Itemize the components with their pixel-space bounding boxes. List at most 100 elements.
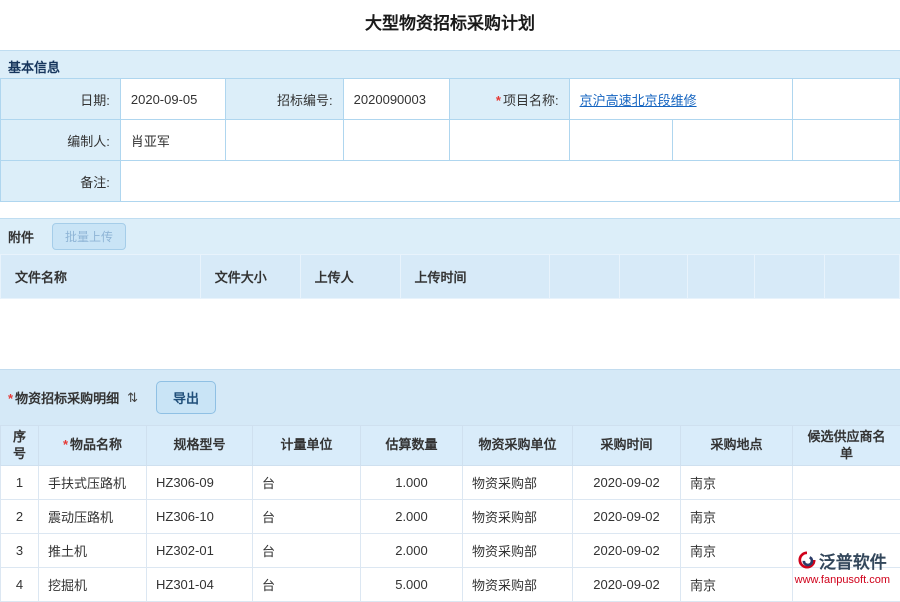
cell-seq: 4 [1,568,39,602]
empty-cell [793,79,900,120]
cell-estimated-qty: 2.000 [361,500,463,534]
required-asterisk: * [496,93,501,108]
col-procurement-dept: 物资采购单位 [463,426,573,466]
cell-item-name: 推土机 [39,534,147,568]
cell-procurement-place: 南京 [681,466,793,500]
batch-upload-button[interactable]: 批量上传 [52,223,126,250]
date-label: 日期: [1,79,121,120]
basic-info-section-header: 基本信息 [0,50,900,78]
cell-procurement-dept: 物资采购部 [463,568,573,602]
brand-url: www.fanpusoft.com [795,574,890,588]
form-row-3: 备注: [1,161,900,202]
page-title: 大型物资招标采购计划 [0,0,900,50]
cell-unit: 台 [253,568,361,602]
attach-col-uploader: 上传人 [300,255,400,299]
cell-unit: 台 [253,534,361,568]
cell-unit: 台 [253,500,361,534]
attachments-title: 附件 [8,227,34,246]
remark-label: 备注: [1,161,121,202]
author-label: 编制人: [1,120,121,161]
required-asterisk: * [63,437,68,452]
cell-procurement-time: 2020-09-02 [573,500,681,534]
export-button[interactable]: 导出 [156,381,216,414]
fanpu-watermark: 泛普软件 www.fanpusoft.com [795,551,890,588]
project-label-text: 项目名称: [503,93,559,108]
empty-cell [225,120,343,161]
bid-no-value: 2020090003 [343,79,449,120]
cell-candidate-suppliers [793,466,900,500]
cell-procurement-time: 2020-09-02 [573,568,681,602]
cell-procurement-place: 南京 [681,568,793,602]
cell-seq: 3 [1,534,39,568]
cell-procurement-time: 2020-09-02 [573,466,681,500]
project-name-link[interactable]: 京沪高速北京段维修 [580,93,697,108]
col-item-name: *物品名称 [39,426,147,466]
attach-col-uploadtime: 上传时间 [400,255,550,299]
form-row-2: 编制人: 肖亚军 [1,120,900,161]
cell-estimated-qty: 2.000 [361,534,463,568]
attachments-empty-area [0,299,900,369]
col-item-name-text: 物品名称 [70,437,122,452]
attachments-header-row: 文件名称 文件大小 上传人 上传时间 [1,255,900,299]
bid-no-label: 招标编号: [225,79,343,120]
table-row: 3 推土机 HZ302-01 台 2.000 物资采购部 2020-09-02 … [1,534,900,568]
empty-cell [569,120,673,161]
cell-procurement-dept: 物资采购部 [463,534,573,568]
cell-procurement-place: 南京 [681,500,793,534]
col-unit: 计量单位 [253,426,361,466]
col-procurement-time: 采购时间 [573,426,681,466]
attach-col-filesize: 文件大小 [200,255,300,299]
remark-value [120,161,899,202]
cell-item-name: 震动压路机 [39,500,147,534]
col-estimated-qty: 估算数量 [361,426,463,466]
col-spec-model: 规格型号 [147,426,253,466]
cell-item-name: 挖掘机 [39,568,147,602]
attach-col-empty [825,255,900,299]
col-seq: 序号 [1,426,39,466]
empty-cell [343,120,449,161]
table-row: 4 挖掘机 HZ301-04 台 5.000 物资采购部 2020-09-02 … [1,568,900,602]
table-row: 2 震动压路机 HZ306-10 台 2.000 物资采购部 2020-09-0… [1,500,900,534]
project-label: *项目名称: [449,79,569,120]
cell-spec-model: HZ306-10 [147,500,253,534]
form-row-1: 日期: 2020-09-05 招标编号: 2020090003 *项目名称: 京… [1,79,900,120]
attachments-section-header: 附件 批量上传 [0,218,900,254]
cell-item-name: 手扶式压路机 [39,466,147,500]
brand-name: 泛普软件 [819,552,887,573]
detail-title: *物资招标采购明细 [8,388,119,407]
empty-cell [449,120,569,161]
required-asterisk: * [8,391,13,406]
empty-cell [793,120,900,161]
author-value: 肖亚军 [120,120,225,161]
cell-spec-model: HZ302-01 [147,534,253,568]
cell-unit: 台 [253,466,361,500]
detail-title-text: 物资招标采购明细 [15,391,119,406]
cell-procurement-time: 2020-09-02 [573,534,681,568]
date-value: 2020-09-05 [120,79,225,120]
attachments-table: 文件名称 文件大小 上传人 上传时间 [0,254,900,299]
cell-estimated-qty: 5.000 [361,568,463,602]
empty-cell [673,120,793,161]
col-candidate-suppliers: 候选供应商名单 [793,426,900,466]
cell-seq: 1 [1,466,39,500]
col-procurement-place: 采购地点 [681,426,793,466]
cell-candidate-suppliers [793,500,900,534]
attach-col-filename: 文件名称 [1,255,201,299]
basic-info-form: 日期: 2020-09-05 招标编号: 2020090003 *项目名称: 京… [0,78,900,202]
cell-seq: 2 [1,500,39,534]
detail-header-row: 序号 *物品名称 规格型号 计量单位 估算数量 物资采购单位 采购时间 采购地点… [1,426,900,466]
cell-estimated-qty: 1.000 [361,466,463,500]
cell-procurement-place: 南京 [681,534,793,568]
fanpu-logo-icon [798,551,816,574]
cell-procurement-dept: 物资采购部 [463,500,573,534]
detail-table: 序号 *物品名称 规格型号 计量单位 估算数量 物资采购单位 采购时间 采购地点… [0,425,900,602]
attach-col-empty [620,255,688,299]
cell-spec-model: HZ301-04 [147,568,253,602]
cell-spec-model: HZ306-09 [147,466,253,500]
attach-col-empty [688,255,755,299]
detail-section-header: *物资招标采购明细 ⇅ 导出 [0,369,900,425]
attach-col-empty [755,255,825,299]
project-value-cell: 京沪高速北京段维修 [569,79,793,120]
sort-arrows-icon[interactable]: ⇅ [127,390,138,406]
cell-procurement-dept: 物资采购部 [463,466,573,500]
